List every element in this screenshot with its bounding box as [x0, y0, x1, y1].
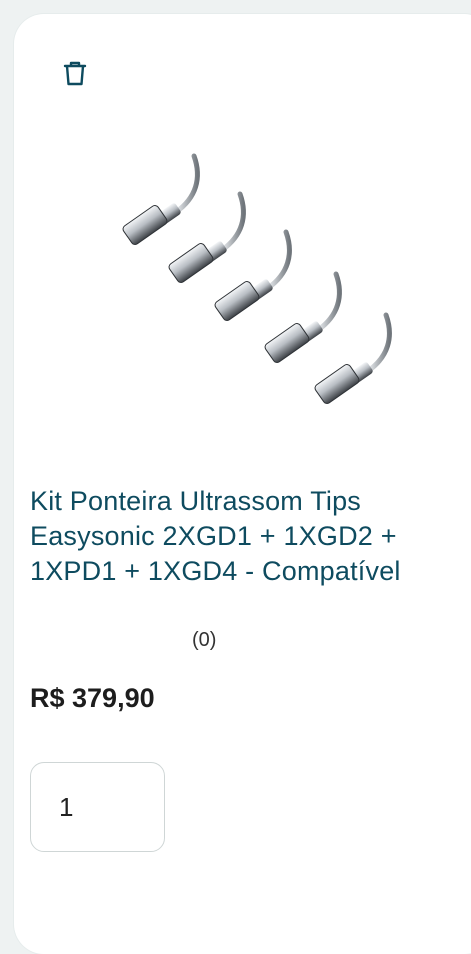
- trash-icon: [63, 61, 87, 86]
- ultrasonic-scaler-tips-image: [111, 100, 411, 405]
- remove-item-button[interactable]: [60, 58, 90, 90]
- product-title[interactable]: Kit Ponteira Ultrassom Tips Easysonic 2X…: [30, 484, 462, 589]
- product-price: R$ 379,90: [30, 683, 155, 713]
- product-image[interactable]: [111, 100, 411, 405]
- rating-count: (0): [192, 629, 217, 651]
- scaler-tip-5: [313, 315, 389, 405]
- quantity-input[interactable]: [30, 762, 165, 852]
- scaler-tip-1: [121, 156, 197, 246]
- scaler-tip-4: [263, 274, 339, 364]
